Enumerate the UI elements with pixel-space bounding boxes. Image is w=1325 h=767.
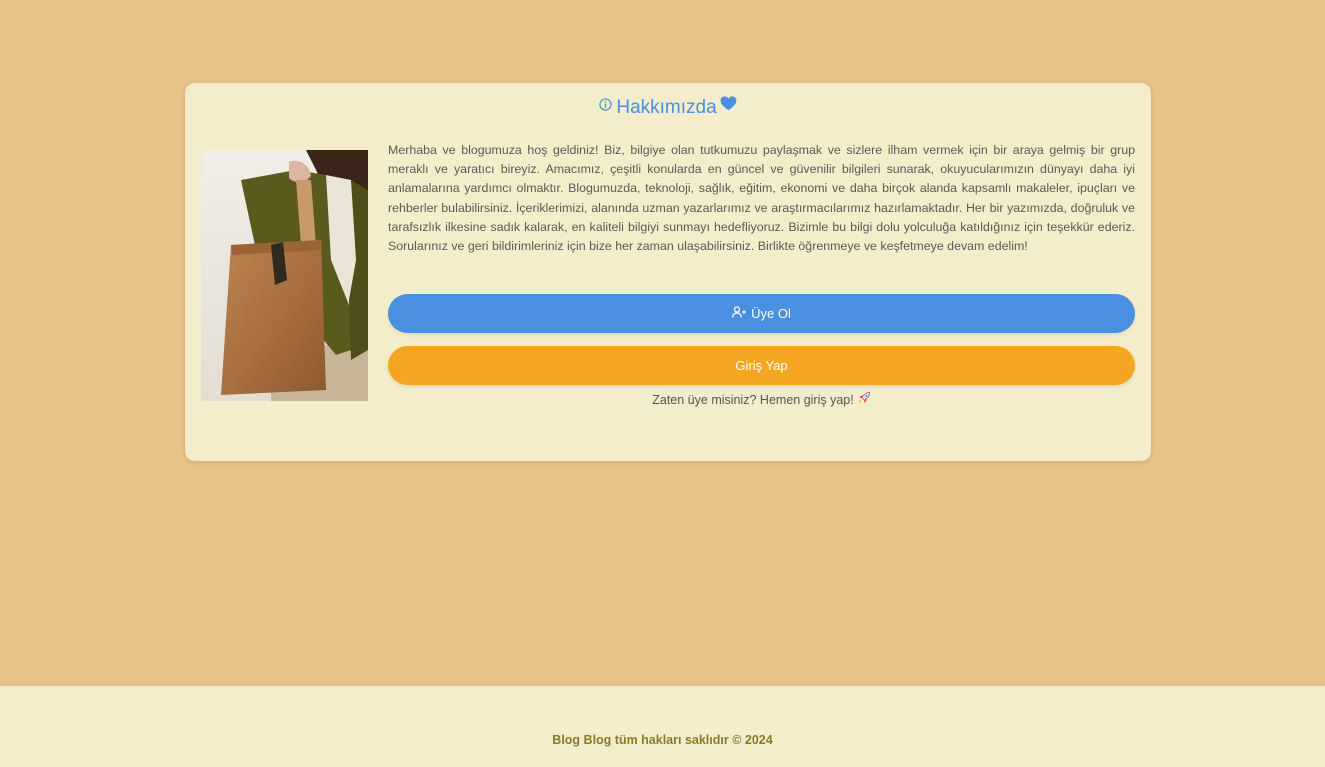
footer: Blog Blog tüm hakları saklıdır © 2024: [0, 686, 1325, 767]
login-button-label: Giriş Yap: [735, 358, 788, 373]
blue-heart-icon: [720, 95, 737, 117]
about-title-text: Hakkımızda: [616, 97, 717, 118]
rocket-icon: [857, 391, 871, 408]
signup-button[interactable]: Üye Ol: [388, 294, 1135, 333]
user-plus-icon: [732, 306, 746, 321]
about-title: Hakkımızda: [185, 95, 1151, 119]
woman-with-tote-bag-photo: [201, 150, 368, 401]
about-card: Hakkımızda Merhaba ve blogumuza hoş geld…: [185, 83, 1151, 461]
info-circle-icon: [599, 95, 613, 117]
login-hint-text: Zaten üye misiniz? Hemen giriş yap!: [652, 393, 854, 407]
about-description: Merhaba ve blogumuza hoş geldiniz! Biz, …: [388, 143, 1135, 254]
login-hint: Zaten üye misiniz? Hemen giriş yap!: [388, 391, 1135, 408]
login-button[interactable]: Giriş Yap: [388, 346, 1135, 385]
footer-copyright: Blog Blog tüm hakları saklıdır © 2024: [552, 733, 773, 747]
signup-button-label: Üye Ol: [751, 306, 791, 321]
